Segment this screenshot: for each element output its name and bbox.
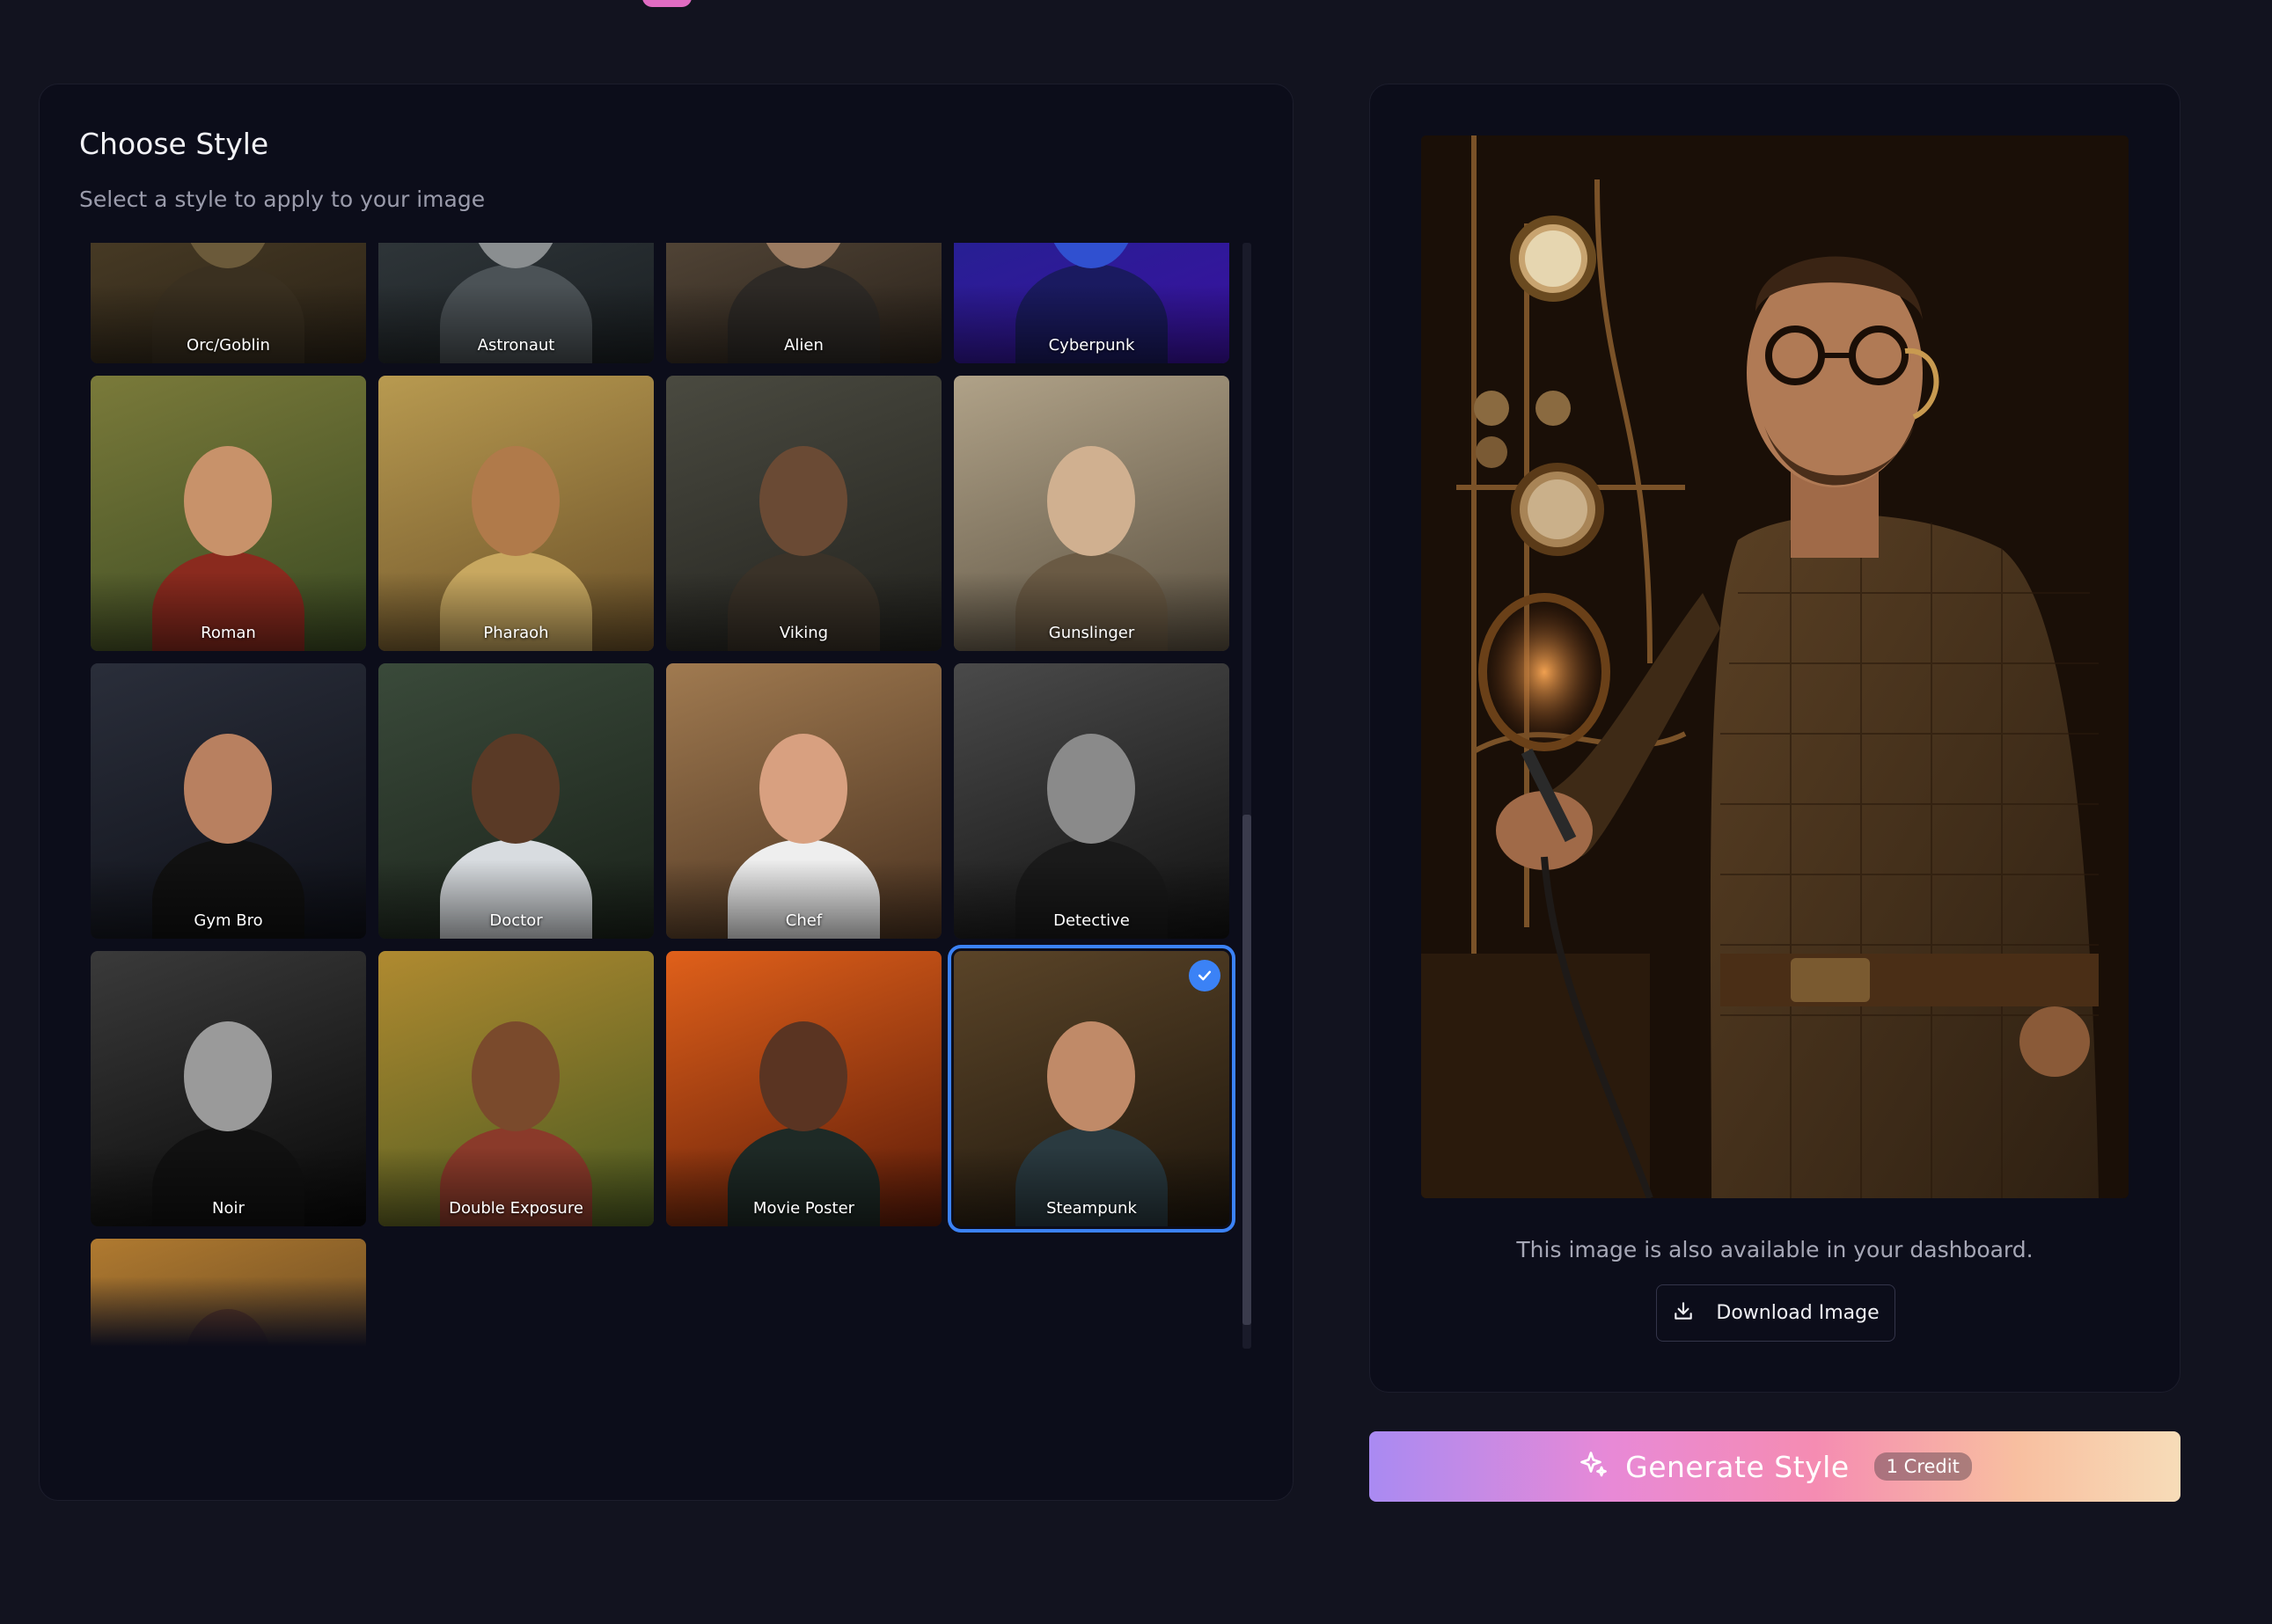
figure-face: [472, 446, 560, 556]
figure-face: [1047, 734, 1135, 844]
style-tile-steampunk[interactable]: Steampunk: [948, 945, 1235, 1233]
style-tile-alien[interactable]: Alien: [666, 243, 942, 363]
style-tile-viking[interactable]: Viking: [666, 376, 942, 651]
download-image-button[interactable]: Download Image: [1656, 1284, 1895, 1342]
style-grid: Orc/Goblin Astronaut Alien Cyberpunk Roman Ph…: [91, 243, 1235, 1347]
style-tile-pharaoh[interactable]: Pharaoh: [378, 376, 654, 651]
style-tile-label: Steampunk: [1046, 1199, 1137, 1218]
figure-face: [472, 243, 560, 268]
panel-title: Choose Style: [79, 127, 269, 161]
figure-face: [184, 446, 272, 556]
figure-face: [759, 734, 847, 844]
generate-style-button[interactable]: Generate Style 1 Credit: [1369, 1431, 2180, 1502]
style-tile-label: Pharaoh: [483, 624, 549, 642]
figure-face: [1047, 243, 1135, 268]
figure-face: [184, 1021, 272, 1131]
figure-face: [184, 1309, 272, 1347]
style-tile-label: Movie Poster: [752, 1199, 855, 1218]
figure-face: [472, 734, 560, 844]
dashboard-availability-note: This image is also available in your das…: [1516, 1237, 2034, 1262]
style-tile-label: Viking: [779, 624, 829, 642]
steampunk-portrait-illustration: [1421, 135, 2129, 1198]
style-tile-gunslinger[interactable]: Gunslinger: [954, 376, 1229, 651]
download-label: Download Image: [1716, 1302, 1880, 1324]
style-tile-label: Orc/Goblin: [187, 336, 270, 355]
style-tile-label: Gunslinger: [1048, 624, 1135, 642]
style-tile-label: Astronaut: [477, 336, 555, 355]
style-tile-label: Roman: [201, 624, 256, 642]
style-tile-movie-poster[interactable]: Movie Poster: [666, 951, 942, 1226]
generated-preview-image: [1421, 135, 2129, 1198]
style-tile-noir[interactable]: Noir: [91, 951, 366, 1226]
figure-face: [184, 243, 272, 268]
figure-face: [759, 446, 847, 556]
style-tile-doctor[interactable]: Doctor: [378, 663, 654, 939]
preview-panel: This image is also available in your das…: [1369, 84, 2180, 1393]
style-tile-label: Gym Bro: [194, 911, 263, 930]
style-tile-roman[interactable]: Roman: [91, 376, 366, 651]
top-indicator-pill: [642, 0, 692, 7]
style-tile-label: Chef: [785, 911, 823, 930]
panel-subtitle: Select a style to apply to your image: [79, 187, 486, 212]
style-tile-gym-bro[interactable]: Gym Bro: [91, 663, 366, 939]
check-icon: [1189, 960, 1220, 991]
style-tile-label: Alien: [784, 336, 824, 355]
style-tile-label: Detective: [1053, 911, 1130, 930]
credit-cost-badge: 1 Credit: [1873, 1452, 1972, 1481]
download-icon: [1672, 1299, 1695, 1328]
style-tile-cyberpunk[interactable]: Cyberpunk: [954, 243, 1229, 363]
figure-face: [759, 1021, 847, 1131]
sparkle-icon: [1578, 1449, 1609, 1484]
figure-face: [472, 1021, 560, 1131]
generate-style-label: Generate Style: [1625, 1449, 1850, 1484]
figure-face: [1047, 446, 1135, 556]
style-tile-chef[interactable]: Chef: [666, 663, 942, 939]
style-tile-label: Double Exposure: [449, 1199, 583, 1218]
style-tile-label: Doctor: [489, 911, 543, 930]
figure-face: [1047, 1021, 1135, 1131]
style-grid-scrollbar[interactable]: [1242, 243, 1251, 1349]
style-tile-double-exposure[interactable]: Double Exposure: [378, 951, 654, 1226]
style-tile-astronaut[interactable]: Astronaut: [378, 243, 654, 363]
style-tile-label: Cyberpunk: [1048, 336, 1135, 355]
figure-face: [184, 734, 272, 844]
style-tile-unlabeled[interactable]: [91, 1239, 366, 1347]
style-tile-orc-goblin[interactable]: Orc/Goblin: [91, 243, 366, 363]
choose-style-panel: Choose Style Select a style to apply to …: [39, 84, 1294, 1501]
style-tile-label: Noir: [212, 1199, 245, 1218]
scrollbar-thumb[interactable]: [1242, 815, 1251, 1325]
style-tile-detective[interactable]: Detective: [954, 663, 1229, 939]
style-grid-viewport[interactable]: Orc/Goblin Astronaut Alien Cyberpunk Roman Ph…: [91, 243, 1270, 1347]
figure-face: [759, 243, 847, 268]
